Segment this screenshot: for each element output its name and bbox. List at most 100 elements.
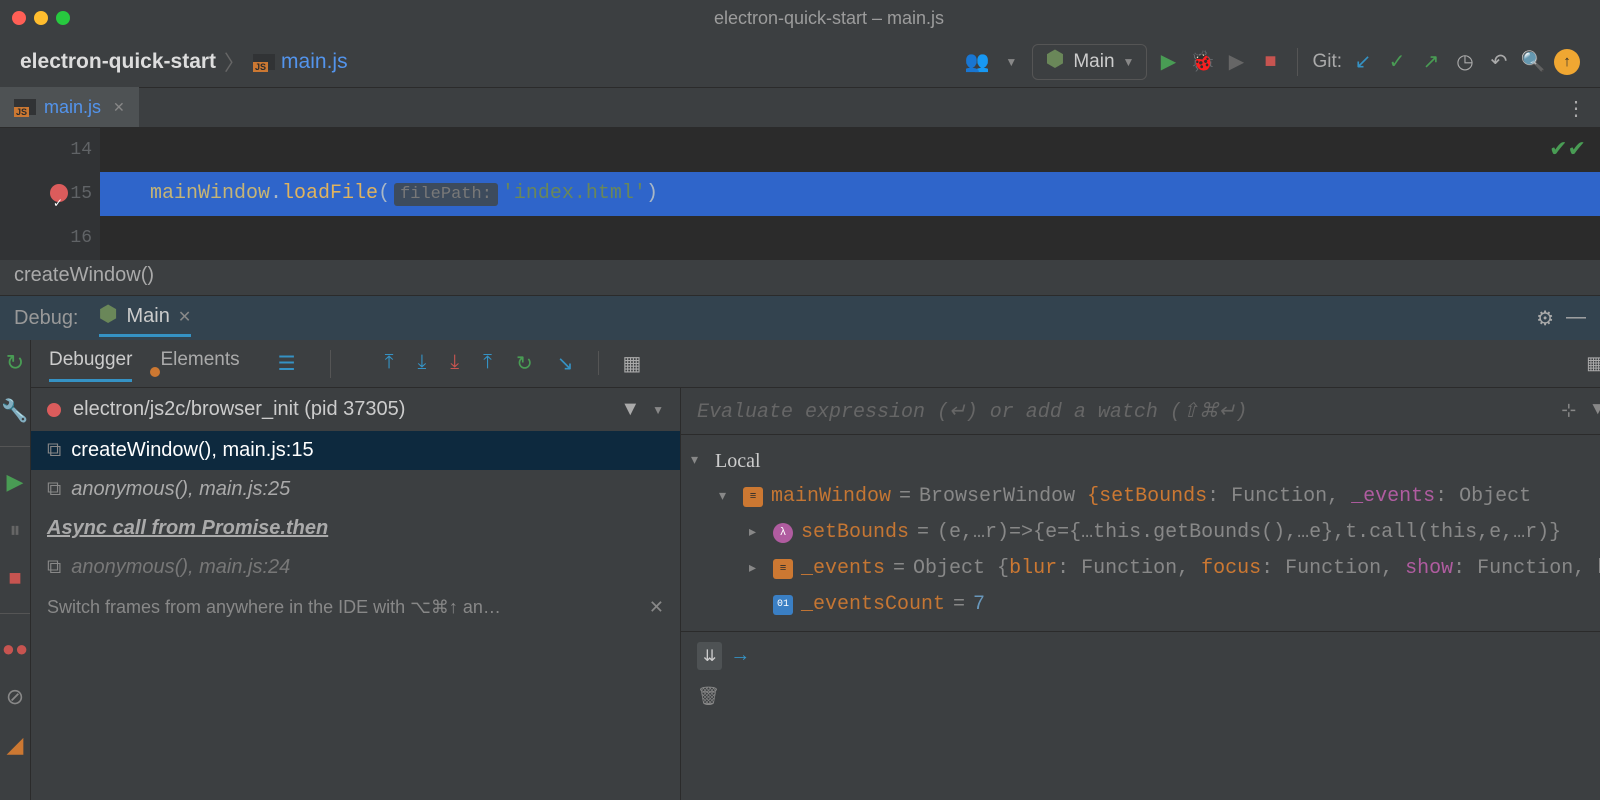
modify-run-config-icon[interactable]: 🔧 (1, 398, 28, 424)
variable-node[interactable]: ▸ λ setBounds = (e,…r)=>{e={…this.getBou… (691, 515, 1600, 551)
trash-icon[interactable]: 🗑 (697, 686, 720, 706)
nodejs-icon (99, 307, 119, 327)
rollback-icon[interactable]: ↶ (1486, 49, 1512, 75)
threads-icon[interactable]: ☰ (278, 351, 296, 376)
tab-elements[interactable]: Elements (160, 349, 239, 379)
debug-tool-header: Debug: Main ✕ ⚙ — (0, 296, 1600, 340)
gutter-line[interactable]: 14 (0, 128, 92, 172)
run-icon[interactable]: ▶ (1155, 49, 1181, 75)
execution-line[interactable]: mainWindow.loadFile(filePath:'index.html… (100, 172, 1600, 216)
variable-node[interactable]: ▸ 01 _eventsCount = 7 (691, 587, 1600, 623)
object-icon: ≡ (773, 559, 793, 579)
mute-breakpoints-icon[interactable]: ⊘ (6, 684, 24, 710)
debug-icon[interactable]: 🐞 (1189, 49, 1215, 75)
debug-tabs-row: Debugger Elements ☰ ⤒ ⤓ ⤓ ⤒ ↻ ↘ ▦ ▦ (31, 340, 1600, 388)
step-over-icon[interactable]: ⤓ (417, 351, 426, 376)
scope-node[interactable]: ▾ Local (691, 443, 1600, 479)
add-watch-icon[interactable]: ⊹ (1561, 400, 1576, 422)
variable-node[interactable]: ▾ ≡ mainWindow = BrowserWindow {setBound… (691, 479, 1600, 515)
minimize-window-icon[interactable] (34, 11, 48, 25)
git-push-icon[interactable]: ↗ (1418, 49, 1444, 75)
evaluate-expression-icon[interactable]: ▦ (623, 351, 642, 376)
console-prompt-icon: → (734, 645, 746, 668)
function-icon: λ (773, 523, 793, 543)
step-into-icon[interactable]: ⤓ (450, 351, 459, 376)
settings-gear-icon[interactable]: ⚙ (1536, 306, 1554, 331)
stack-frame[interactable]: ⧉ createWindow(), main.js:15 (31, 431, 680, 470)
close-window-icon[interactable] (12, 11, 26, 25)
debug-body: ↻ 🔧 ▶ ⏸ ■ ●● ⊘ ◢ Debugger Elements ☰ ⤒ ⤓… (0, 340, 1600, 800)
evaluate-input[interactable]: Evaluate expression (↵) or add a watch (… (681, 388, 1600, 435)
stop-icon[interactable]: ■ (1257, 49, 1283, 75)
run-to-cursor-icon[interactable]: ↻ (516, 351, 533, 376)
scroll-to-end-icon[interactable]: ⇊ (697, 642, 722, 670)
context-bar[interactable]: createWindow() (0, 260, 1600, 296)
layout-icon[interactable]: ◢ (7, 732, 24, 758)
step-out-icon[interactable]: ⤒ (483, 351, 492, 376)
stop-debug-icon[interactable]: ■ (8, 565, 21, 591)
debug-main: Debugger Elements ☰ ⤒ ⤓ ⤓ ⤒ ↻ ↘ ▦ ▦ elec… (31, 340, 1600, 800)
show-execution-point-icon[interactable]: ⤒ (385, 351, 394, 376)
chevron-down-icon: ▼ (1123, 55, 1135, 69)
number-icon: 01 (773, 595, 793, 615)
chevron-down-icon[interactable]: ▾ (691, 443, 707, 479)
code-area[interactable]: mainWindow.loadFile(filePath:'index.html… (100, 128, 1600, 260)
dropdown-icon[interactable]: ▼ (998, 49, 1024, 75)
thread-selector[interactable]: electron/js2c/browser_init (pid 37305) ▼… (31, 388, 680, 431)
gutter-line[interactable]: 16 (0, 216, 92, 260)
chevron-down-icon[interactable]: ▼ (652, 403, 664, 417)
navigation-bar: electron-quick-start 〉 main.js 👥 ▼ Main … (0, 36, 1600, 88)
breadcrumb-project[interactable]: electron-quick-start (20, 50, 216, 74)
ide-update-icon[interactable]: ↑ (1554, 49, 1580, 75)
variables-pane: Evaluate expression (↵) or add a watch (… (681, 388, 1600, 800)
chevron-right-icon[interactable]: ▸ (749, 551, 765, 587)
tab-menu-icon[interactable]: ⋮ (1566, 96, 1584, 121)
breakpoint-icon[interactable] (50, 184, 68, 202)
debug-session-tab[interactable]: Main ✕ (99, 305, 192, 337)
variable-node[interactable]: ▸ ≡ _events = Object {blur: Function, fo… (691, 551, 1600, 587)
parameter-hint: filePath: (394, 183, 498, 206)
close-tip-icon[interactable]: ✕ (649, 597, 664, 618)
search-icon[interactable]: 🔍 (1520, 49, 1546, 75)
chevron-right-icon[interactable]: ▸ (749, 515, 765, 551)
debug-console[interactable]: ⇊ → (681, 631, 1600, 680)
editor-tabs: main.js ✕ ⋮ (0, 88, 1600, 128)
code-editor[interactable]: 14 15 16 mainWindow.loadFile(filePath:'i… (0, 128, 1600, 260)
close-tab-icon[interactable]: ✕ (113, 99, 125, 116)
layout-settings-icon[interactable]: ▦ (1586, 353, 1600, 374)
run-config-name: Main (1073, 51, 1114, 73)
editor-tab-mainjs[interactable]: main.js ✕ (0, 87, 139, 127)
view-breakpoints-icon[interactable]: ●● (2, 636, 29, 662)
js-file-icon (253, 54, 275, 70)
git-pull-icon[interactable]: ↙ (1350, 49, 1376, 75)
title-bar: electron-quick-start – main.js (0, 0, 1600, 36)
window-title: electron-quick-start – main.js (70, 8, 1588, 29)
frames-tip: Switch frames from anywhere in the IDE w… (31, 587, 680, 628)
stack-frame[interactable]: ⧉ anonymous(), main.js:24 (31, 548, 680, 587)
git-commit-icon[interactable]: ✓ (1384, 49, 1410, 75)
frame-icon: ⧉ (47, 556, 61, 579)
chevron-down-icon[interactable]: ▾ (719, 479, 735, 515)
js-file-icon (14, 99, 36, 115)
stack-frame[interactable]: ⧉ anonymous(), main.js:25 (31, 470, 680, 509)
minimize-panel-icon[interactable]: — (1566, 306, 1586, 331)
breadcrumb-file[interactable]: main.js (253, 50, 348, 74)
history-icon[interactable]: ◷ (1452, 49, 1478, 75)
chevron-down-icon[interactable]: ▼ (1592, 400, 1600, 422)
code-with-me-icon[interactable]: 👥 (964, 49, 990, 75)
coverage-icon[interactable]: ▶ (1223, 49, 1249, 75)
maximize-window-icon[interactable] (56, 11, 70, 25)
gutter-line[interactable]: 15 (0, 172, 92, 216)
run-config-selector[interactable]: Main ▼ (1032, 44, 1147, 80)
filter-icon[interactable]: ▼ (620, 398, 640, 421)
chevron-right-icon: 〉 (224, 47, 245, 77)
drop-frame-icon[interactable]: ↘ (557, 351, 574, 376)
tab-debugger[interactable]: Debugger (49, 349, 132, 382)
close-session-icon[interactable]: ✕ (178, 307, 191, 327)
resume-icon[interactable]: ▶ (7, 469, 24, 495)
rerun-icon[interactable]: ↻ (6, 350, 24, 376)
pause-icon[interactable]: ⏸ (9, 517, 20, 543)
inspection-ok-icon[interactable]: ✔✔ (1549, 136, 1586, 162)
breadcrumb: electron-quick-start 〉 main.js (20, 47, 348, 77)
frame-icon: ⧉ (47, 439, 61, 462)
